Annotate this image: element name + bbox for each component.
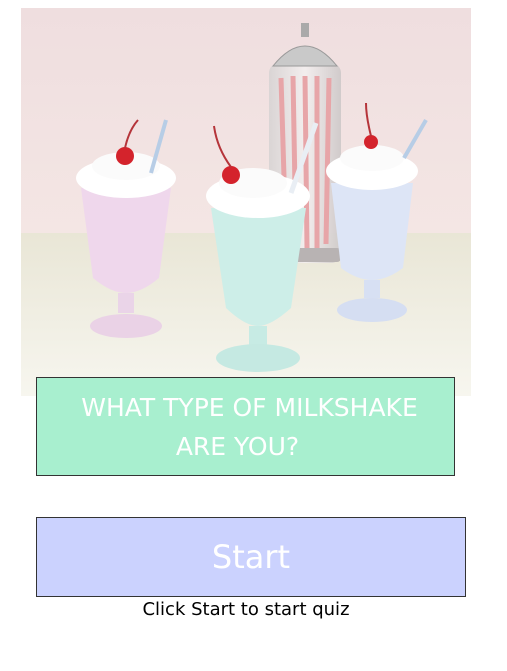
start-button[interactable]: Start bbox=[36, 517, 466, 597]
quiz-title-line2: ARE YOU? bbox=[175, 432, 300, 461]
quiz-title-line1: WHAT TYPE OF MILKSHAKE bbox=[81, 393, 418, 422]
start-hint: Click Start to start quiz bbox=[142, 599, 350, 620]
milkshake-photo bbox=[21, 8, 471, 396]
quiz-title-banner: WHAT TYPE OF MILKSHAKE ARE YOU? bbox=[36, 377, 455, 476]
